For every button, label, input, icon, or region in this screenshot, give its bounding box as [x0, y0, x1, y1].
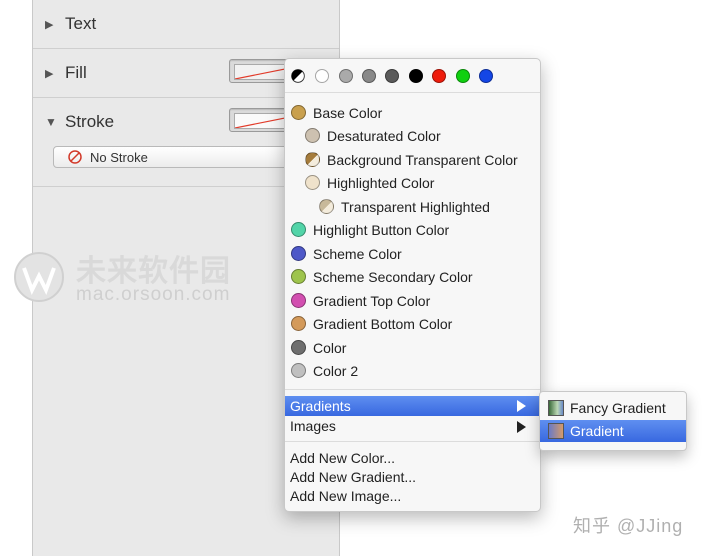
quick-color-white[interactable] — [315, 69, 329, 83]
quick-color-green[interactable] — [456, 69, 470, 83]
menu-item-label: Base Color — [313, 105, 383, 121]
quick-color-gray[interactable] — [362, 69, 376, 83]
gradient-preview-icon — [548, 423, 564, 439]
menu-item-label: Highlight Button Color — [313, 222, 450, 238]
color-swatch-icon — [291, 340, 306, 355]
menu-item-label: Add New Color... — [290, 450, 396, 466]
menu-item-label: Background Transparent Color — [327, 152, 518, 168]
credit-watermark: 知乎 @JJing — [573, 516, 684, 536]
no-color-icon[interactable] — [291, 69, 305, 83]
menu-item-label: Desaturated Color — [327, 128, 441, 144]
color-swatch-icon — [291, 269, 306, 284]
section-text[interactable]: ▶ Text — [33, 0, 339, 49]
menu-item-highlighted-color[interactable]: Highlighted Color — [285, 172, 540, 194]
menu-item-background-transparent-color[interactable]: Background Transparent Color — [285, 149, 540, 171]
disclosure-collapsed-icon[interactable]: ▶ — [45, 18, 53, 31]
section-title-stroke: Stroke — [65, 112, 115, 131]
menu-item-gradients[interactable]: Gradients — [285, 396, 540, 416]
disclosure-expanded-icon[interactable]: ▼ — [45, 115, 57, 129]
menu-separator — [285, 92, 540, 93]
menu-item-label: Images — [290, 418, 336, 434]
no-stroke-label: No Stroke — [90, 150, 148, 165]
menu-item-add-new-color[interactable]: Add New Color... — [285, 448, 540, 468]
menu-item-highlight-button-color[interactable]: Highlight Button Color — [285, 219, 540, 241]
menu-item-label: Scheme Secondary Color — [313, 269, 473, 285]
menu-item-transparent-highlighted[interactable]: Transparent Highlighted — [285, 196, 540, 218]
menu-item-label: Gradients — [290, 398, 351, 414]
menu-item-add-new-image[interactable]: Add New Image... — [285, 486, 540, 506]
menu-separator — [285, 389, 540, 390]
color-swatch-icon — [291, 293, 306, 308]
watermark: 未来软件园 mac.orsoon.com — [12, 246, 252, 310]
menu-separator — [285, 441, 540, 442]
color-swatch-icon — [291, 246, 306, 261]
menu-item-scheme-color[interactable]: Scheme Color — [285, 243, 540, 265]
menu-item-label: Color 2 — [313, 363, 359, 379]
menu-item-scheme-secondary-color[interactable]: Scheme Secondary Color — [285, 266, 540, 288]
quick-color-blue[interactable] — [479, 69, 493, 83]
menu-item-label: Add New Gradient... — [290, 469, 417, 485]
color-swatch-icon — [291, 105, 306, 120]
menu-item-images[interactable]: Images — [285, 416, 540, 438]
quick-color-black[interactable] — [409, 69, 423, 83]
color-swatch-icon — [305, 175, 320, 190]
color-swatch-icon — [291, 222, 306, 237]
color-swatch-icon — [305, 152, 320, 167]
prohibited-icon — [68, 150, 82, 164]
menu-item-label: Scheme Color — [313, 246, 402, 262]
submenu-arrow-icon — [517, 400, 526, 412]
gradients-submenu: Fancy Gradient Gradient — [539, 391, 687, 451]
color-swatch-icon — [291, 363, 306, 378]
menu-item-label: Add New Image... — [290, 488, 402, 504]
menu-item-add-new-gradient[interactable]: Add New Gradient... — [285, 467, 540, 487]
quick-color-light-gray[interactable] — [339, 69, 353, 83]
submenu-item-label: Fancy Gradient — [570, 400, 666, 416]
submenu-item-gradient[interactable]: Gradient — [540, 420, 686, 442]
menu-item-label: Highlighted Color — [327, 175, 435, 191]
gradient-preview-icon — [548, 400, 564, 416]
color-swatch-icon — [291, 316, 306, 331]
menu-item-color-2[interactable]: Color 2 — [285, 360, 540, 382]
menu-item-label: Gradient Bottom Color — [313, 316, 453, 332]
menu-item-gradient-top-color[interactable]: Gradient Top Color — [285, 290, 540, 312]
submenu-arrow-icon — [517, 421, 526, 433]
quick-color-dark-gray[interactable] — [385, 69, 399, 83]
menu-item-label: Color — [313, 340, 347, 356]
watermark-url: mac.orsoon.com — [76, 284, 231, 305]
color-swatch-icon — [305, 128, 320, 143]
no-stroke-button[interactable]: No Stroke — [53, 146, 295, 168]
section-title-fill: Fill — [65, 63, 87, 82]
menu-item-label: Gradient Top Color — [313, 293, 431, 309]
menu-item-desaturated-color[interactable]: Desaturated Color — [285, 125, 540, 147]
quick-color-red[interactable] — [432, 69, 446, 83]
menu-item-base-color[interactable]: Base Color — [285, 102, 540, 124]
color-popup-menu: Base Color Desaturated Color Background … — [284, 58, 541, 512]
color-swatch-icon — [319, 199, 334, 214]
submenu-item-label: Gradient — [570, 423, 624, 439]
menu-item-gradient-bottom-color[interactable]: Gradient Bottom Color — [285, 313, 540, 335]
menu-item-color[interactable]: Color — [285, 337, 540, 359]
watermark-logo-icon — [14, 252, 64, 302]
section-title-text: Text — [65, 14, 97, 33]
submenu-item-fancy-gradient[interactable]: Fancy Gradient — [540, 397, 686, 419]
menu-item-label: Transparent Highlighted — [341, 199, 490, 215]
disclosure-collapsed-icon[interactable]: ▶ — [45, 67, 53, 80]
